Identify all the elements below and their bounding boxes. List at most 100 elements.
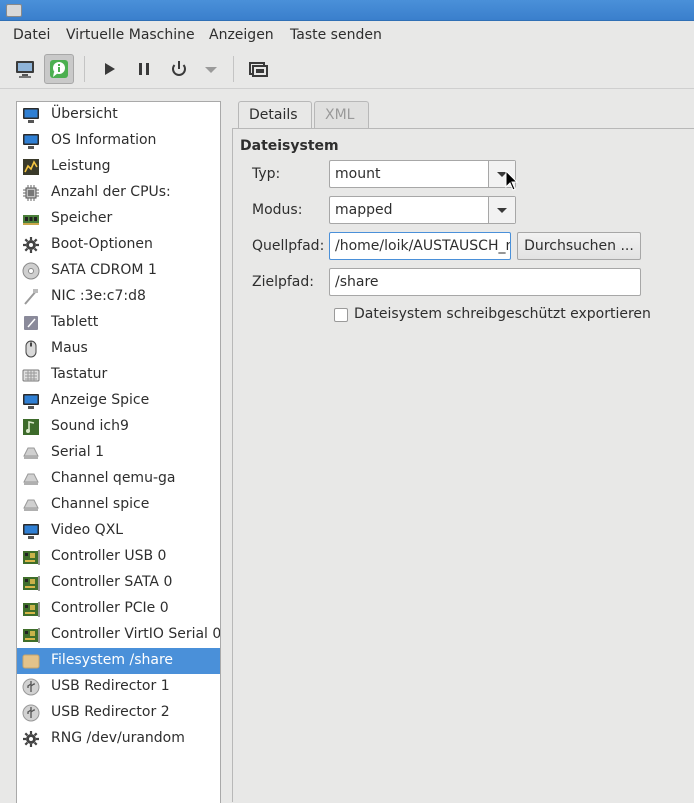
- menu-virtuelle-maschine[interactable]: Virtuelle Maschine: [66, 27, 195, 43]
- tab-details[interactable]: Details: [238, 101, 312, 128]
- browse-button[interactable]: Durchsuchen ...: [517, 232, 641, 260]
- run-button[interactable]: [94, 54, 124, 84]
- sidebar-item-label: Tastatur: [51, 366, 108, 382]
- pause-button[interactable]: [129, 54, 159, 84]
- sidebar-item[interactable]: Maus: [17, 336, 220, 362]
- details-button[interactable]: [44, 54, 74, 84]
- type-dropdown[interactable]: mount: [329, 160, 516, 188]
- chevron-down-icon: [205, 67, 217, 73]
- controller-icon: [23, 628, 40, 643]
- sidebar-item[interactable]: Boot-Optionen: [17, 232, 220, 258]
- sidebar-item-label: RNG /dev/urandom: [51, 730, 185, 746]
- pause-icon: [139, 63, 149, 75]
- memory-icon: [23, 215, 39, 225]
- keyboard-icon: [22, 369, 40, 382]
- sidebar-item[interactable]: Anzahl der CPUs:: [17, 180, 220, 206]
- sidebar-item-label: Boot-Optionen: [51, 236, 153, 252]
- tab-xml[interactable]: XML: [314, 101, 369, 128]
- monitor-icon: [16, 61, 34, 78]
- chevron-down-icon: [497, 208, 507, 213]
- sidebar-item[interactable]: OS Information: [17, 128, 220, 154]
- sidebar-item-label: Übersicht: [51, 106, 118, 122]
- target-path-input[interactable]: /share: [329, 268, 641, 296]
- serial-icon: [23, 473, 39, 485]
- window-titlebar: [0, 0, 694, 21]
- sidebar-item-label: USB Redirector 2: [51, 704, 170, 720]
- sidebar-item-label: NIC :3e:c7:d8: [51, 288, 146, 304]
- sound-icon: [23, 419, 39, 435]
- sidebar-item-label: Tablett: [51, 314, 99, 330]
- hardware-list[interactable]: Übersicht OS Information Leistung Anzahl de…: [16, 101, 221, 803]
- sidebar-item[interactable]: Sound ich9: [17, 414, 220, 440]
- sidebar-item-label: Controller VirtIO Serial 0: [51, 626, 221, 642]
- sidebar-item[interactable]: Speicher: [17, 206, 220, 232]
- controller-icon: [23, 576, 40, 591]
- sidebar-item[interactable]: Leistung: [17, 154, 220, 180]
- readonly-checkbox[interactable]: [334, 308, 348, 322]
- menubar: Datei Virtuelle Maschine Anzeigen Taste …: [0, 21, 694, 49]
- type-value: mount: [335, 166, 381, 182]
- menu-anzeigen[interactable]: Anzeigen: [209, 27, 274, 43]
- sidebar-item-label: Filesystem /share: [51, 652, 174, 668]
- controller-icon: [23, 550, 40, 565]
- mouse-icon: [25, 340, 37, 358]
- sidebar-item-label: Video QXL: [51, 522, 124, 538]
- monitor-icon: [23, 108, 39, 123]
- network-icon: [24, 289, 38, 305]
- sidebar-item-label: USB Redirector 1: [51, 678, 170, 694]
- sidebar-item-label: Sound ich9: [51, 418, 129, 434]
- sidebar-item[interactable]: Filesystem /share: [17, 648, 220, 674]
- serial-icon: [23, 499, 39, 511]
- gear-icon: [23, 731, 39, 747]
- controller-icon: [23, 602, 40, 617]
- console-button[interactable]: [10, 54, 40, 84]
- menu-taste-senden[interactable]: Taste senden: [290, 27, 382, 43]
- type-label: Typ:: [252, 166, 281, 182]
- sidebar-item[interactable]: Serial 1: [17, 440, 220, 466]
- sidebar-item[interactable]: RNG /dev/urandom: [17, 726, 220, 752]
- sidebar-item-label: Speicher: [51, 210, 113, 226]
- sidebar-item[interactable]: Controller VirtIO Serial 0: [17, 622, 220, 648]
- filesystem-details: Dateisystem Typ: mount Modus: mapped Que…: [232, 128, 694, 802]
- serial-icon: [23, 447, 39, 459]
- sidebar-item[interactable]: Controller PCIe 0: [17, 596, 220, 622]
- sidebar-item-label: Serial 1: [51, 444, 104, 460]
- sidebar-item-label: OS Information: [51, 132, 157, 148]
- sidebar-item[interactable]: Übersicht: [17, 102, 220, 128]
- sidebar-item[interactable]: Channel spice: [17, 492, 220, 518]
- sidebar-item-label: Controller PCIe 0: [51, 600, 169, 616]
- sidebar-item[interactable]: Channel qemu-ga: [17, 466, 220, 492]
- mode-dropdown[interactable]: mapped: [329, 196, 516, 224]
- source-path-label: Quellpfad:: [252, 238, 325, 254]
- fullscreen-icon: [249, 62, 268, 77]
- shutdown-menu-button[interactable]: [196, 54, 226, 84]
- readonly-label[interactable]: Dateisystem schreibgeschützt exportieren: [354, 306, 651, 322]
- sidebar-item[interactable]: Video QXL: [17, 518, 220, 544]
- sidebar-item[interactable]: NIC :3e:c7:d8: [17, 284, 220, 310]
- fullscreen-button[interactable]: [242, 54, 272, 84]
- toolbar-separator: [84, 56, 85, 82]
- source-path-input[interactable]: /home/loik/AUSTAUSCH_m: [329, 232, 511, 260]
- folder-icon: [22, 654, 40, 669]
- sidebar-item[interactable]: Controller SATA 0: [17, 570, 220, 596]
- menu-datei[interactable]: Datei: [13, 27, 50, 43]
- gear-icon: [23, 237, 39, 253]
- sidebar-item[interactable]: Tastatur: [17, 362, 220, 388]
- sidebar-item[interactable]: Tablett: [17, 310, 220, 336]
- sidebar-item[interactable]: SATA CDROM 1: [17, 258, 220, 284]
- monitor-icon: [23, 394, 39, 409]
- sidebar-item[interactable]: Controller USB 0: [17, 544, 220, 570]
- sidebar-item[interactable]: Anzeige Spice: [17, 388, 220, 414]
- toolbar: [0, 50, 694, 89]
- sidebar-item-label: Anzeige Spice: [51, 392, 150, 408]
- sidebar-item[interactable]: USB Redirector 2: [17, 700, 220, 726]
- sidebar-item[interactable]: USB Redirector 1: [17, 674, 220, 700]
- sidebar-item-label: Anzahl der CPUs:: [51, 184, 171, 200]
- source-path-value: /home/loik/AUSTAUSCH_m: [335, 238, 511, 254]
- app-icon: [6, 4, 22, 17]
- chart-icon: [23, 159, 39, 175]
- shutdown-button[interactable]: [164, 54, 194, 84]
- sidebar-item-label: Maus: [51, 340, 88, 356]
- sidebar-item-label: SATA CDROM 1: [51, 262, 157, 278]
- mode-dropdown-button[interactable]: [488, 197, 515, 223]
